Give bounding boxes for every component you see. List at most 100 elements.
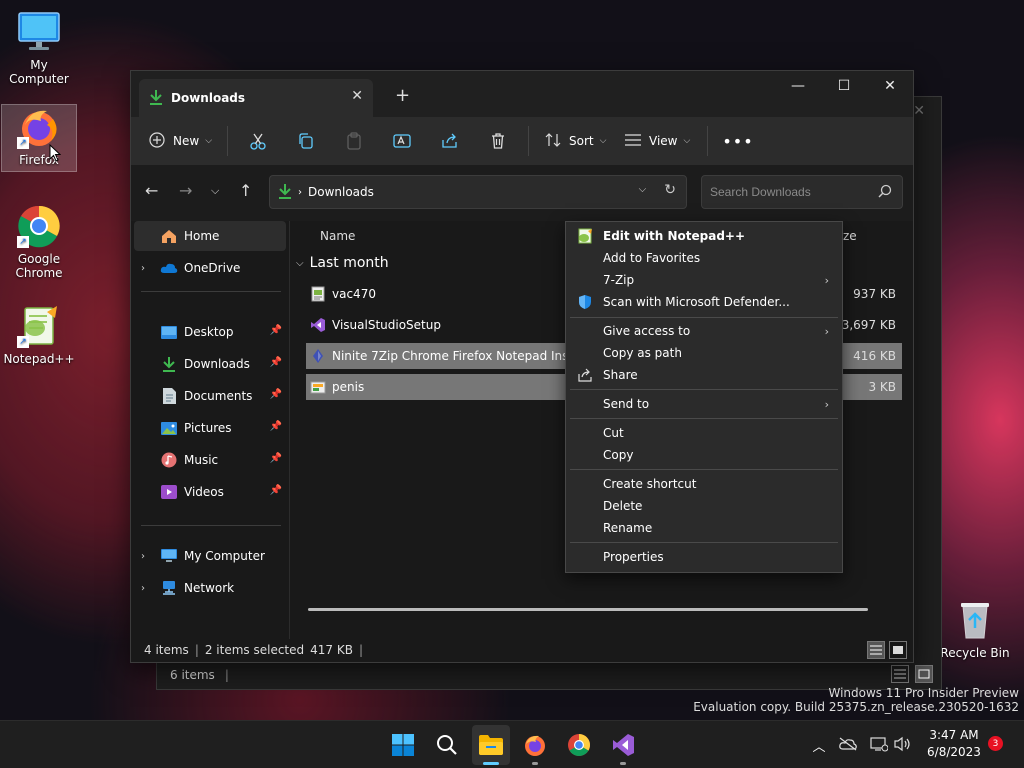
nav-item-downloads[interactable]: Downloads 📌 bbox=[134, 349, 286, 379]
column-header-size[interactable]: ze bbox=[843, 229, 857, 243]
desktop-icon-notepad-plus-plus[interactable]: ↗ Notepad++ bbox=[1, 304, 77, 366]
address-bar[interactable]: › Downloads ⌵ ↻ bbox=[269, 175, 687, 209]
nav-item-onedrive[interactable]: › OneDrive bbox=[134, 253, 286, 283]
status-selected-size: 417 KB bbox=[310, 643, 353, 657]
menu-item-properties[interactable]: Properties bbox=[567, 546, 841, 568]
menu-item-add-to-favorites[interactable]: Add to Favorites bbox=[567, 247, 841, 269]
taskbar-firefox[interactable] bbox=[521, 731, 549, 759]
tiles-view-icon[interactable] bbox=[915, 665, 933, 683]
minimize-icon[interactable]: — bbox=[775, 71, 821, 101]
details-view-icon[interactable] bbox=[867, 641, 885, 659]
back-arrow-icon[interactable]: ← bbox=[145, 181, 158, 200]
new-tab-icon[interactable]: + bbox=[395, 85, 410, 106]
show-hidden-icons-chevron-icon[interactable]: ︿ bbox=[808, 736, 830, 755]
pin-icon[interactable]: 📌 bbox=[270, 357, 282, 368]
menu-item-edit-with-notepad-plus-plus[interactable]: Edit with Notepad++ bbox=[567, 225, 841, 247]
nav-item-documents[interactable]: Documents 📌 bbox=[134, 381, 286, 411]
menu-item-scan-with-defender[interactable]: Scan with Microsoft Defender... bbox=[567, 291, 841, 313]
pin-icon[interactable]: 📌 bbox=[270, 421, 282, 432]
firefox-icon bbox=[525, 735, 545, 756]
menu-item-7-zip[interactable]: 7-Zip › bbox=[567, 269, 841, 291]
nav-item-music[interactable]: Music 📌 bbox=[134, 445, 286, 475]
clock[interactable]: 3:47 AM 6/8/2023 bbox=[922, 727, 986, 761]
share-button[interactable] bbox=[426, 125, 474, 157]
pin-icon[interactable]: 📌 bbox=[270, 453, 282, 464]
menu-item-give-access-to[interactable]: Give access to › bbox=[567, 320, 841, 342]
nav-item-videos[interactable]: Videos 📌 bbox=[134, 477, 286, 507]
network-status-icon[interactable] bbox=[870, 736, 889, 755]
expand-chevron-icon[interactable]: › bbox=[134, 551, 152, 562]
menu-item-copy[interactable]: Copy bbox=[567, 444, 841, 466]
breadcrumb-downloads[interactable]: Downloads bbox=[308, 185, 374, 199]
menu-item-share[interactable]: Share bbox=[567, 364, 841, 386]
refresh-icon[interactable]: ↻ bbox=[664, 182, 676, 198]
nav-item-home[interactable]: Home bbox=[134, 221, 286, 251]
nav-item-pictures[interactable]: Pictures 📌 bbox=[134, 413, 286, 443]
monitor-icon bbox=[17, 10, 61, 54]
desktop-icon-firefox[interactable]: ↗ Firefox bbox=[1, 104, 77, 172]
pin-icon[interactable]: 📌 bbox=[270, 389, 282, 400]
address-history-chevron-icon[interactable]: ⌵ bbox=[639, 184, 647, 198]
notification-badge[interactable]: 3 bbox=[988, 736, 1003, 751]
search-input[interactable] bbox=[710, 185, 870, 199]
menu-item-cut[interactable]: Cut bbox=[567, 422, 841, 444]
menu-separator bbox=[570, 542, 838, 543]
taskbar-google-chrome[interactable] bbox=[565, 731, 593, 759]
tiles-view-icon[interactable] bbox=[889, 641, 907, 659]
details-view-icon[interactable] bbox=[891, 665, 909, 683]
desktop-icon-my-computer[interactable]: My Computer bbox=[1, 10, 77, 86]
close-window-icon[interactable]: ✕ bbox=[867, 71, 913, 101]
desktop-icon-recycle-bin[interactable]: Recycle Bin bbox=[937, 598, 1013, 660]
sort-button[interactable]: Sort ⌵ bbox=[535, 125, 615, 157]
rename-button[interactable] bbox=[378, 125, 426, 157]
menu-item-delete[interactable]: Delete bbox=[567, 495, 841, 517]
delete-button[interactable] bbox=[474, 125, 522, 157]
pin-icon[interactable]: 📌 bbox=[270, 485, 282, 496]
view-button[interactable]: View ⌵ bbox=[615, 125, 701, 157]
onedrive-offline-icon[interactable] bbox=[838, 737, 858, 754]
nav-item-my-computer[interactable]: › My Computer bbox=[134, 541, 286, 571]
start-button[interactable] bbox=[389, 731, 417, 759]
group-header-last-month[interactable]: ⌵ Last month bbox=[296, 255, 389, 271]
active-app-indicator bbox=[483, 762, 499, 765]
expand-chevron-icon[interactable]: › bbox=[134, 263, 152, 274]
nav-item-label: Desktop bbox=[184, 325, 234, 339]
menu-item-send-to[interactable]: Send to › bbox=[567, 393, 841, 415]
desktop-icon-label: Google Chrome bbox=[15, 252, 63, 280]
video-icon bbox=[160, 484, 178, 500]
search-icon[interactable] bbox=[878, 184, 892, 201]
search-button[interactable] bbox=[433, 731, 461, 759]
submenu-arrow-icon: › bbox=[824, 324, 829, 338]
new-button[interactable]: New ⌵ bbox=[149, 125, 221, 157]
sort-button-label: Sort bbox=[569, 134, 594, 148]
clipboard-icon bbox=[347, 132, 361, 150]
menu-item-copy-as-path[interactable]: Copy as path bbox=[567, 342, 841, 364]
file-name: VisualStudioSetup bbox=[332, 318, 441, 332]
taskbar-visual-studio-installer[interactable] bbox=[609, 731, 637, 759]
up-arrow-icon[interactable]: ↑ bbox=[239, 181, 252, 200]
pin-icon[interactable]: 📌 bbox=[270, 325, 282, 336]
volume-icon[interactable] bbox=[894, 736, 912, 755]
close-icon[interactable]: ✕ bbox=[913, 103, 925, 119]
copy-button[interactable] bbox=[282, 125, 330, 157]
recycle-bin-icon bbox=[953, 598, 997, 642]
recent-locations-chevron-icon[interactable]: ⌵ bbox=[211, 184, 219, 198]
collapse-chevron-icon[interactable]: ⌵ bbox=[296, 258, 304, 269]
nav-item-desktop[interactable]: Desktop 📌 bbox=[134, 317, 286, 347]
horizontal-scrollbar[interactable] bbox=[308, 608, 868, 611]
close-tab-icon[interactable]: ✕ bbox=[351, 88, 363, 104]
maximize-icon[interactable]: ☐ bbox=[821, 71, 867, 101]
cut-button[interactable] bbox=[234, 125, 282, 157]
taskbar-file-explorer[interactable] bbox=[477, 731, 505, 759]
forward-arrow-icon[interactable]: → bbox=[179, 181, 192, 200]
desktop-icon-google-chrome[interactable]: ↗ Google Chrome bbox=[1, 204, 77, 280]
column-header-name[interactable]: Name bbox=[320, 229, 355, 243]
menu-item-create-shortcut[interactable]: Create shortcut bbox=[567, 473, 841, 495]
expand-chevron-icon[interactable]: › bbox=[134, 583, 152, 594]
more-options-button[interactable]: ••• bbox=[714, 125, 762, 157]
nav-item-network[interactable]: › Network bbox=[134, 573, 286, 603]
installer-file-icon bbox=[310, 286, 326, 302]
tab-downloads[interactable]: Downloads ✕ bbox=[139, 79, 373, 117]
paste-button[interactable] bbox=[330, 125, 378, 157]
menu-item-rename[interactable]: Rename bbox=[567, 517, 841, 539]
